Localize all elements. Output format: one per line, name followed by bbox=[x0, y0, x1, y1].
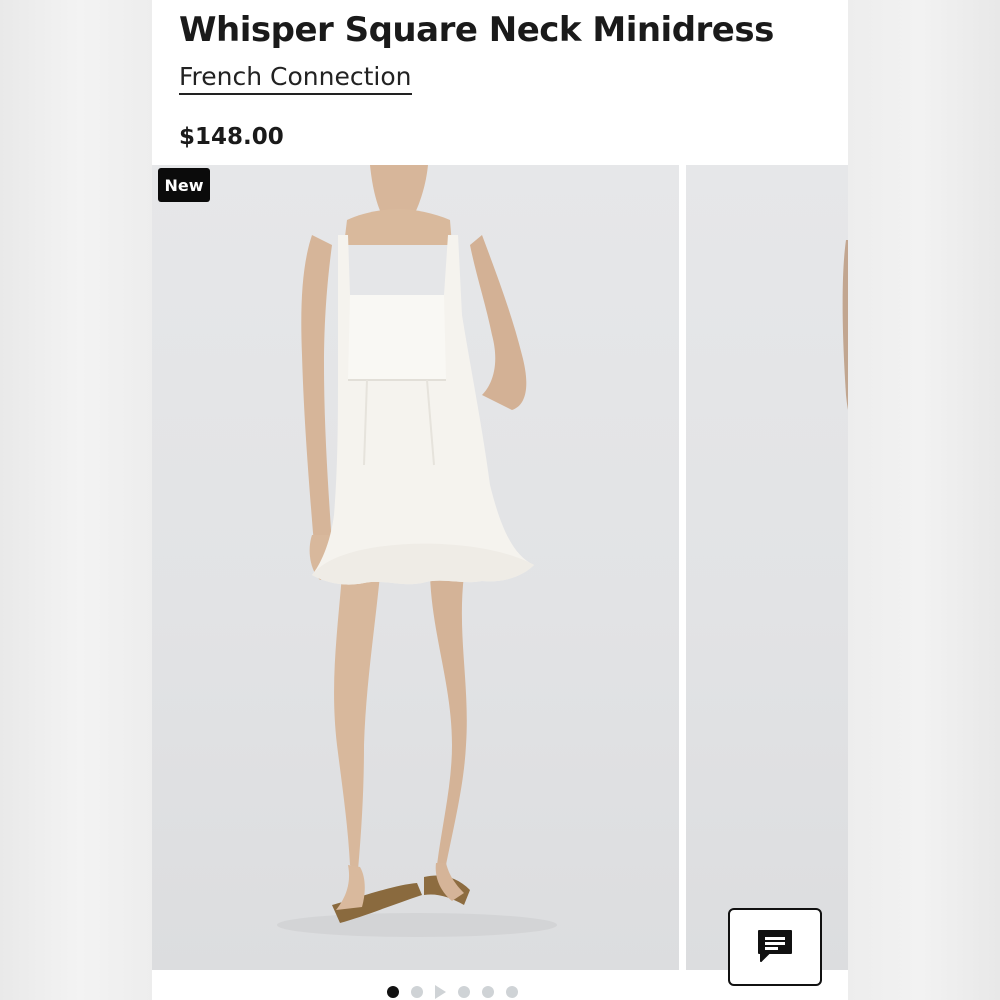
feedback-button[interactable] bbox=[728, 908, 822, 986]
carousel-pagination bbox=[152, 984, 800, 1000]
pagination-dot-4[interactable] bbox=[457, 986, 470, 998]
product-image-2[interactable] bbox=[686, 165, 848, 970]
new-badge: New bbox=[158, 168, 210, 202]
image-carousel[interactable]: New bbox=[152, 165, 848, 970]
pagination-dot-2[interactable] bbox=[410, 986, 423, 998]
pagination-dot-1[interactable] bbox=[386, 986, 399, 998]
play-icon[interactable] bbox=[434, 985, 446, 999]
pagination-dot-6[interactable] bbox=[505, 986, 518, 998]
product-page: Whisper Square Neck Minidress French Con… bbox=[152, 0, 848, 1000]
brand-link[interactable]: French Connection bbox=[179, 62, 412, 95]
product-title: Whisper Square Neck Minidress bbox=[179, 10, 774, 50]
model-photo bbox=[277, 165, 557, 937]
model-photo-partial bbox=[842, 240, 848, 410]
chat-icon bbox=[758, 930, 792, 962]
pagination-dot-5[interactable] bbox=[481, 986, 494, 998]
product-price: $148.00 bbox=[179, 124, 284, 150]
product-image-1[interactable]: New bbox=[152, 165, 679, 970]
